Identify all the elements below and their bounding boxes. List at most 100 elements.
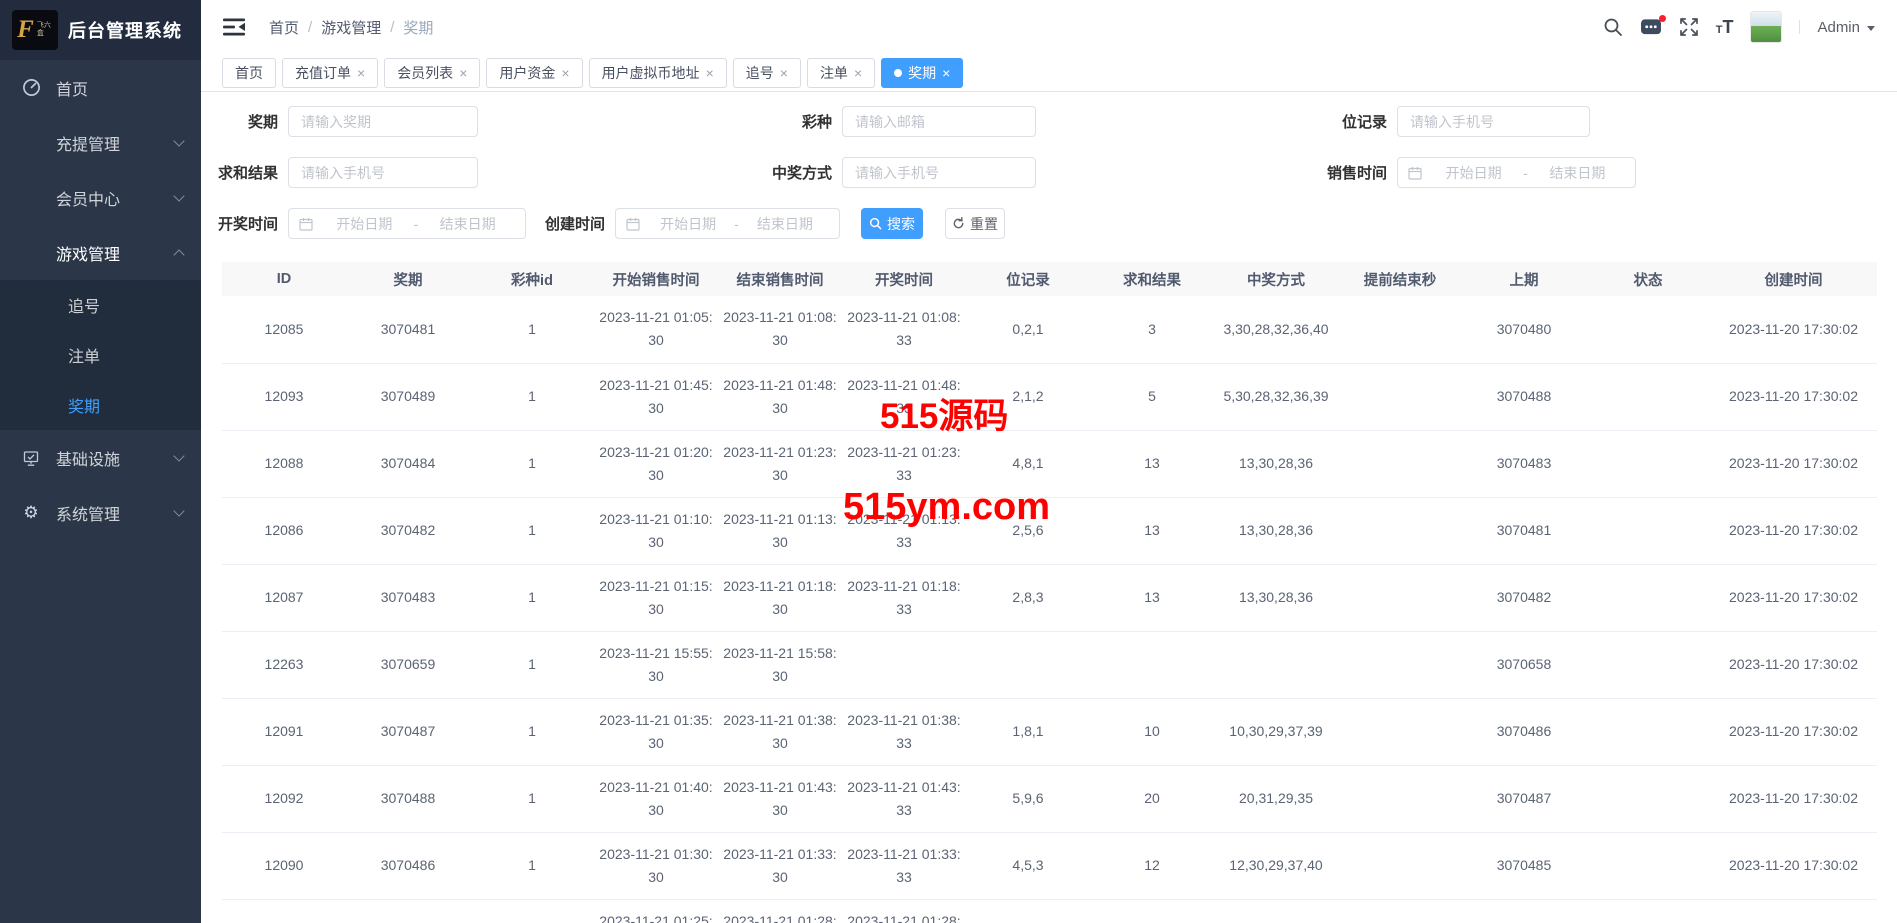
tab-3[interactable]: 用户资金× bbox=[486, 58, 582, 88]
table-cell: 3 bbox=[1090, 296, 1214, 363]
tab-label: 注单 bbox=[820, 63, 848, 83]
table-cell: 1,8,1 bbox=[966, 698, 1090, 765]
table-cell bbox=[1338, 765, 1462, 832]
sidebar-item-member-center[interactable]: 会员中心 bbox=[0, 170, 201, 225]
column-header: 彩种id bbox=[470, 262, 594, 296]
draw-time-range-picker[interactable]: 开始日期 - 结束日期 bbox=[288, 208, 526, 239]
sidebar-item-label: 游戏管理 bbox=[56, 241, 175, 265]
table-cell: 13,30,28,36 bbox=[1214, 497, 1338, 564]
table-cell bbox=[1338, 497, 1462, 564]
breadcrumb-game-management[interactable]: 游戏管理 bbox=[321, 17, 381, 38]
table-cell: 12263 bbox=[222, 631, 346, 698]
table-cell: 2023-11-20 17:30:02 bbox=[1710, 631, 1877, 698]
end-date-placeholder: 结束日期 bbox=[420, 214, 515, 234]
table-cell: 12086 bbox=[222, 497, 346, 564]
position-record-input[interactable] bbox=[1397, 106, 1590, 137]
table-cell bbox=[1338, 899, 1462, 923]
main-area: 首页 / 游戏管理 / 奖期 TT bbox=[201, 0, 1897, 923]
chevron-down-icon bbox=[173, 505, 184, 516]
sidebar-item-home[interactable]: 首页 bbox=[0, 60, 201, 115]
sidebar-item-deposit-withdraw[interactable]: 充提管理 bbox=[0, 115, 201, 170]
table-cell: 3070482 bbox=[1462, 564, 1586, 631]
fullscreen-icon[interactable] bbox=[1679, 17, 1699, 37]
tab-close-icon[interactable]: × bbox=[357, 66, 365, 80]
lottery-type-input[interactable] bbox=[842, 106, 1036, 137]
sidebar-item-label: 追号 bbox=[68, 293, 100, 317]
sale-time-range-picker[interactable]: 开始日期 - 结束日期 bbox=[1397, 157, 1636, 188]
table-row: 12263307065912023-11-21 15:55:302023-11-… bbox=[222, 631, 1877, 698]
tab-1[interactable]: 充值订单 × bbox=[282, 58, 378, 88]
tab-7[interactable]: 奖期 × bbox=[881, 58, 963, 88]
sidebar-subitem-prize-period[interactable]: 奖期 bbox=[0, 380, 201, 430]
win-method-input[interactable] bbox=[842, 157, 1036, 188]
table-cell bbox=[1586, 698, 1710, 765]
table-row: 12091307048712023-11-21 01:35:302023-11-… bbox=[222, 698, 1877, 765]
column-header: 上期 bbox=[1462, 262, 1586, 296]
column-header: 开奖时间 bbox=[842, 262, 966, 296]
tab-close-icon[interactable]: × bbox=[780, 66, 788, 80]
avatar[interactable] bbox=[1750, 11, 1782, 43]
tab-0[interactable]: 首页 bbox=[222, 58, 276, 88]
start-date-placeholder: 开始日期 bbox=[644, 214, 732, 234]
column-header: 状态 bbox=[1586, 262, 1710, 296]
tab-label: 首页 bbox=[235, 63, 263, 83]
table-cell bbox=[1090, 631, 1214, 698]
username: Admin bbox=[1817, 19, 1860, 36]
table-cell: 2023-11-21 01:43:30 bbox=[718, 765, 842, 832]
tab-close-icon[interactable]: × bbox=[561, 66, 569, 80]
font-size-icon[interactable]: TT bbox=[1716, 18, 1734, 36]
user-menu[interactable]: Admin bbox=[1817, 19, 1875, 36]
tab-5[interactable]: 追号× bbox=[733, 58, 801, 88]
sidebar-subitem-chase-number[interactable]: 追号 bbox=[0, 280, 201, 330]
sidebar-item-game-management[interactable]: 游戏管理 bbox=[0, 225, 201, 280]
table-row: 12093307048912023-11-21 01:45:302023-11-… bbox=[222, 363, 1877, 430]
topbar: 首页 / 游戏管理 / 奖期 TT bbox=[201, 0, 1897, 54]
reset-button[interactable]: 重置 bbox=[945, 208, 1005, 239]
breadcrumb-current: 奖期 bbox=[403, 17, 433, 38]
dashboard-icon bbox=[20, 78, 42, 97]
sidebar-item-label: 充提管理 bbox=[56, 131, 175, 155]
tab-close-icon[interactable]: × bbox=[706, 66, 714, 80]
table-cell: 10,30,29,37,39 bbox=[1214, 698, 1338, 765]
breadcrumb-home[interactable]: 首页 bbox=[269, 17, 299, 38]
table-cell: 1 bbox=[470, 296, 594, 363]
filter-lottery-type: 彩种 bbox=[755, 106, 1036, 137]
create-time-range-picker[interactable]: 开始日期 - 结束日期 bbox=[615, 208, 840, 239]
end-date-placeholder: 结束日期 bbox=[741, 214, 829, 234]
tab-label: 充值订单 bbox=[295, 63, 351, 83]
breadcrumb-separator: / bbox=[299, 19, 321, 36]
tab-close-icon[interactable]: × bbox=[854, 66, 862, 80]
sum-result-input[interactable] bbox=[288, 157, 478, 188]
topbar-actions: TT Admin bbox=[1603, 11, 1875, 43]
table-cell bbox=[1586, 765, 1710, 832]
table-cell: 2023-11-20 17:30:02 bbox=[1710, 765, 1877, 832]
tab-6[interactable]: 注单 × bbox=[807, 58, 875, 88]
collapse-menu-icon[interactable] bbox=[223, 18, 245, 36]
table-cell: 12088 bbox=[222, 430, 346, 497]
filter-prize-period: 奖期 bbox=[201, 106, 478, 137]
sidebar-subitem-bet-order[interactable]: 注单 bbox=[0, 330, 201, 380]
table-cell bbox=[1214, 631, 1338, 698]
end-date-placeholder: 结束日期 bbox=[1530, 163, 1625, 183]
search-icon[interactable] bbox=[1603, 17, 1623, 37]
sidebar-item-infrastructure[interactable]: 基础设施 bbox=[0, 430, 201, 485]
prize-period-input[interactable] bbox=[288, 106, 478, 137]
tab-label: 奖期 bbox=[908, 63, 936, 83]
table-cell: 2023-11-21 01:28:30 bbox=[718, 899, 842, 923]
table-cell: 3070480 bbox=[1462, 296, 1586, 363]
table-cell bbox=[1586, 296, 1710, 363]
tab-close-icon[interactable]: × bbox=[459, 66, 467, 80]
tab-close-icon[interactable]: × bbox=[942, 66, 950, 80]
sidebar-item-label: 首页 bbox=[56, 76, 183, 100]
sidebar-item-system-management[interactable]: ⚙ 系统管理 bbox=[0, 485, 201, 540]
tab-2[interactable]: 会员列表× bbox=[384, 58, 480, 88]
messages-icon[interactable] bbox=[1640, 18, 1662, 37]
logo-icon: F 飞六盒 bbox=[12, 10, 58, 50]
table-row: 12092307048812023-11-21 01:40:302023-11-… bbox=[222, 765, 1877, 832]
tab-4[interactable]: 用户虚拟币地址× bbox=[589, 58, 727, 88]
table-cell bbox=[966, 631, 1090, 698]
search-button[interactable]: 搜索 bbox=[861, 208, 923, 239]
reset-button-label: 重置 bbox=[970, 214, 998, 234]
table-cell bbox=[1586, 363, 1710, 430]
table-cell: 3070489 bbox=[346, 363, 470, 430]
